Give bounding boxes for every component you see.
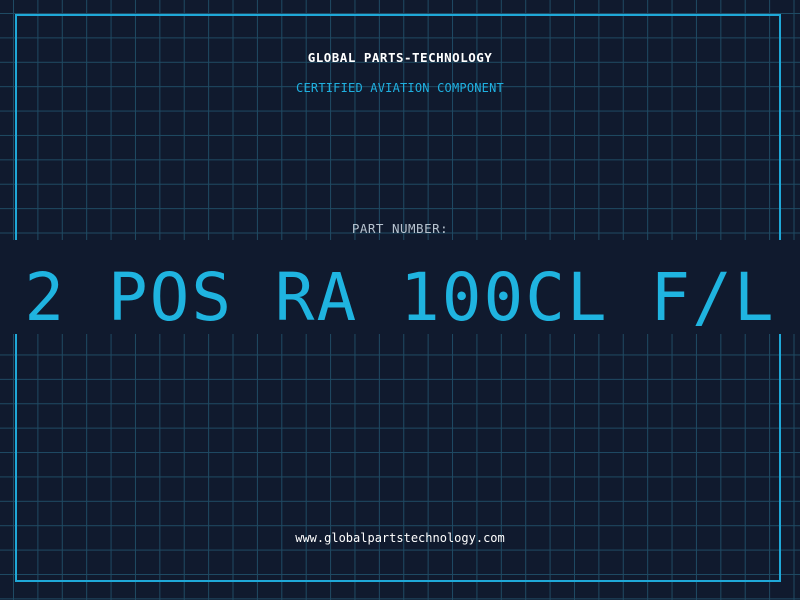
company-name: GLOBAL PARTS-TECHNOLOGY: [307, 50, 493, 65]
part-card: GLOBAL PARTS-TECHNOLOGY CERTIFIED AVIATI…: [0, 0, 800, 600]
website-url: www.globalpartstechnology.com: [295, 531, 505, 545]
part-number-value: 2 POS RA 100CL F/L: [24, 259, 776, 336]
certification-tagline: CERTIFIED AVIATION COMPONENT: [296, 81, 504, 95]
part-number-label: PART NUMBER:: [351, 221, 449, 236]
